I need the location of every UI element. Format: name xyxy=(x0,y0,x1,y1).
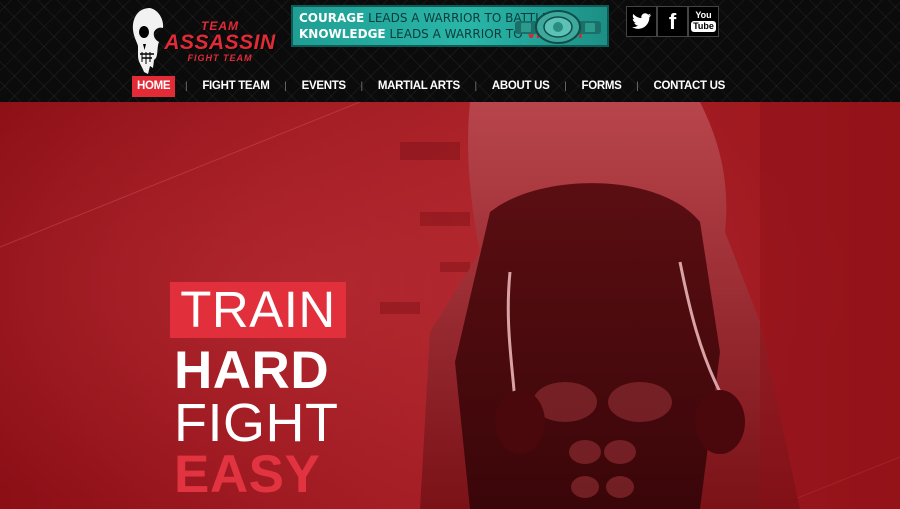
hero-fighter-image xyxy=(0,102,900,509)
banner-line-courage: COURAGE LEADS A WARRIOR TO BATTLE xyxy=(299,12,549,24)
site-header: TEAM ASSASSIN FIGHT TEAM COURAGE LEADS A… xyxy=(0,0,900,102)
nav-item-contact-us[interactable]: CONTACT US xyxy=(649,76,731,97)
nav-separator: | xyxy=(564,81,567,92)
banner-knowledge-rest: LEADS A WARRIOR TO xyxy=(389,27,523,41)
hero-section: TRAIN HARD FIGHT EASY xyxy=(0,102,900,509)
headline-easy: EASY xyxy=(174,445,321,504)
youtube-icon: You Tube xyxy=(691,11,716,32)
nav-separator: | xyxy=(360,81,364,92)
nav-item-forms[interactable]: FORMS xyxy=(576,76,626,97)
nav-item-martial-arts[interactable]: MARTIAL ARTS xyxy=(373,76,465,97)
twitter-icon xyxy=(631,13,651,29)
headline-hard: HARD xyxy=(174,341,330,400)
logo-line-fight-team: FIGHT TEAM xyxy=(187,53,253,63)
nav-item-fight-team[interactable]: FIGHT TEAM xyxy=(197,76,274,97)
facebook-icon: f xyxy=(668,8,677,34)
team-assassin-logo[interactable]: TEAM ASSASSIN FIGHT TEAM xyxy=(128,6,276,76)
nav-item-about-us[interactable]: ABOUT US xyxy=(487,76,555,97)
nav-separator: | xyxy=(636,81,639,92)
main-nav: HOME | FIGHT TEAM | EVENTS | MARTIAL ART… xyxy=(132,76,730,97)
youtube-button[interactable]: You Tube xyxy=(688,6,719,37)
logo-line-assassin: ASSASSIN xyxy=(164,31,276,54)
nav-item-home[interactable]: HOME xyxy=(132,76,176,97)
banner-courage-word: COURAGE xyxy=(299,11,365,25)
headline-fight: FIGHT xyxy=(174,393,339,453)
twitter-button[interactable] xyxy=(626,6,657,37)
headline-train: TRAIN xyxy=(170,282,346,338)
logo-wordmark: TEAM ASSASSIN FIGHT TEAM xyxy=(164,20,276,63)
facebook-button[interactable]: f xyxy=(657,6,688,37)
nav-separator: | xyxy=(185,81,188,92)
championship-belt-icon xyxy=(515,10,601,44)
skull-icon xyxy=(132,8,164,74)
motto-banner[interactable]: COURAGE LEADS A WARRIOR TO BATTLE KNOWLE… xyxy=(291,5,609,47)
banner-knowledge-word: KNOWLEDGE xyxy=(299,27,386,41)
youtube-tube: Tube xyxy=(691,21,716,32)
nav-item-events[interactable]: EVENTS xyxy=(297,76,351,97)
youtube-you: You xyxy=(695,10,712,20)
nav-separator: | xyxy=(474,81,478,92)
nav-separator: | xyxy=(284,81,287,92)
